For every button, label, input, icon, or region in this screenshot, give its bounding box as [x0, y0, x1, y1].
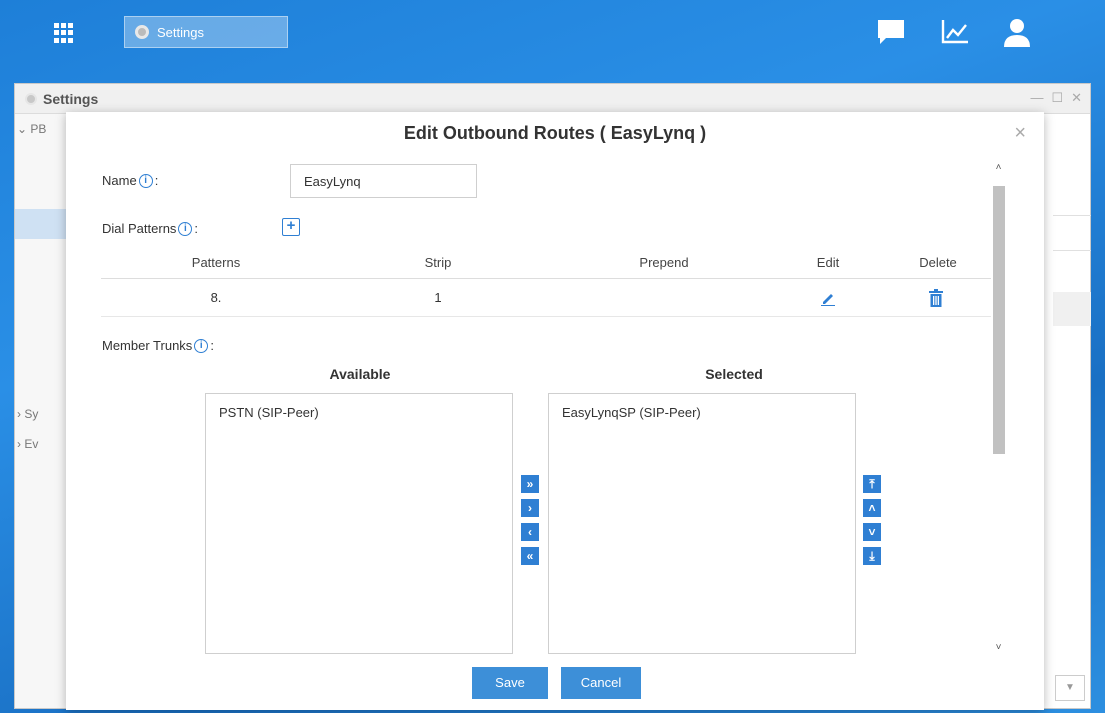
info-icon[interactable]: i: [138, 173, 153, 188]
move-up-button[interactable]: ˄: [863, 499, 881, 517]
scrollbar-thumb[interactable]: [993, 186, 1005, 454]
add-pattern-button[interactable]: +: [282, 218, 300, 236]
move-bottom-button[interactable]: ⤓: [863, 547, 881, 565]
member-trunks-label-text: Member Trunks: [102, 338, 193, 353]
edit-outbound-routes-dialog: Edit Outbound Routes ( EasyLynq ) × ˄ ˅ …: [66, 112, 1044, 710]
table-header-divider: [101, 278, 991, 279]
sidebar-item-label: PB: [30, 122, 47, 136]
column-header-prepend: Prepend: [639, 255, 689, 270]
user-icon[interactable]: [1000, 16, 1034, 48]
settings-gear-icon: [25, 92, 37, 105]
minimize-button[interactable]: —: [1030, 90, 1043, 106]
window-controls: — ☐ ✕: [1030, 90, 1082, 106]
taskbar-tab-settings[interactable]: Settings: [124, 16, 288, 48]
dial-patterns-label-text: Dial Patterns: [102, 221, 177, 236]
name-label-text: Name: [102, 173, 137, 188]
sidebar-item-pbx[interactable]: ⌄ PB: [17, 122, 46, 136]
divider: [1053, 250, 1091, 251]
label-colon: :: [194, 221, 199, 236]
column-header-delete: Delete: [919, 255, 957, 270]
dialog-scrollbar[interactable]: ˄ ˅: [991, 162, 1006, 662]
move-right-button[interactable]: ›: [521, 499, 539, 517]
info-icon[interactable]: i: [194, 338, 209, 353]
chart-icon[interactable]: [938, 16, 972, 48]
column-header-edit: Edit: [816, 255, 840, 270]
sidebar-selected-item[interactable]: [15, 209, 73, 239]
table-row-divider: [101, 316, 991, 317]
order-buttons: ⤒ ˄ ˅ ⤓: [863, 475, 881, 565]
available-heading: Available: [329, 366, 391, 382]
name-label: Name i :: [102, 173, 158, 188]
save-button[interactable]: Save: [472, 667, 548, 699]
move-down-button[interactable]: ˅: [863, 523, 881, 541]
selected-heading: Selected: [705, 366, 763, 382]
scroll-up-button[interactable]: ˄: [991, 162, 1006, 176]
column-header-patterns: Patterns: [191, 255, 241, 270]
settings-window-title: Settings: [43, 90, 99, 107]
cancel-button[interactable]: Cancel: [561, 667, 641, 699]
cell-strip: 1: [434, 290, 442, 305]
page-size-select[interactable]: ▼: [1055, 675, 1085, 701]
label-colon: :: [210, 338, 214, 353]
divider: [1053, 215, 1091, 216]
app-launcher-icon[interactable]: [54, 23, 74, 43]
cell-pattern: 8.: [210, 290, 222, 305]
list-item[interactable]: EasyLynqSP (SIP-Peer): [549, 394, 855, 420]
sidebar-item-label: Ev: [24, 437, 39, 451]
background-row: [1053, 292, 1091, 326]
trash-icon[interactable]: [929, 289, 943, 307]
edit-icon[interactable]: [820, 290, 836, 307]
maximize-button[interactable]: ☐: [1051, 90, 1063, 106]
dial-patterns-label: Dial Patterns i :: [102, 221, 198, 236]
move-all-left-button[interactable]: «: [521, 547, 539, 565]
taskbar-tab-label: Settings: [157, 24, 204, 40]
move-left-button[interactable]: ‹: [521, 523, 539, 541]
chat-icon[interactable]: [874, 16, 908, 48]
dialog-title: Edit Outbound Routes ( EasyLynq ): [403, 123, 707, 143]
info-icon[interactable]: i: [178, 221, 193, 236]
member-trunks-label: Member Trunks i :: [102, 338, 214, 353]
sidebar-item-event[interactable]: › Ev: [17, 437, 38, 451]
sidebar-item-label: Sy: [24, 407, 39, 421]
close-icon[interactable]: ×: [1014, 122, 1026, 145]
selected-trunks-list[interactable]: EasyLynqSP (SIP-Peer): [548, 393, 856, 654]
move-buttons: » › ‹ «: [521, 475, 539, 565]
settings-sidebar: ⌄ PB › Sy › Ev: [15, 114, 73, 708]
list-item[interactable]: PSTN (SIP-Peer): [206, 394, 512, 420]
sidebar-item-system[interactable]: › Sy: [17, 407, 38, 421]
scroll-down-button[interactable]: ˅: [991, 642, 1006, 656]
label-colon: :: [154, 173, 159, 188]
move-top-button[interactable]: ⤒: [863, 475, 881, 493]
move-all-right-button[interactable]: »: [521, 475, 539, 493]
taskbar: Settings: [0, 0, 1105, 72]
column-header-strip: Strip: [424, 255, 452, 270]
available-trunks-list[interactable]: PSTN (SIP-Peer): [205, 393, 513, 654]
chevron-down-icon: ⌄: [17, 122, 31, 136]
settings-window-titlebar: Settings: [15, 84, 1090, 114]
name-input[interactable]: [290, 164, 477, 198]
close-window-button[interactable]: ✕: [1071, 90, 1082, 106]
gear-icon: [135, 25, 149, 39]
